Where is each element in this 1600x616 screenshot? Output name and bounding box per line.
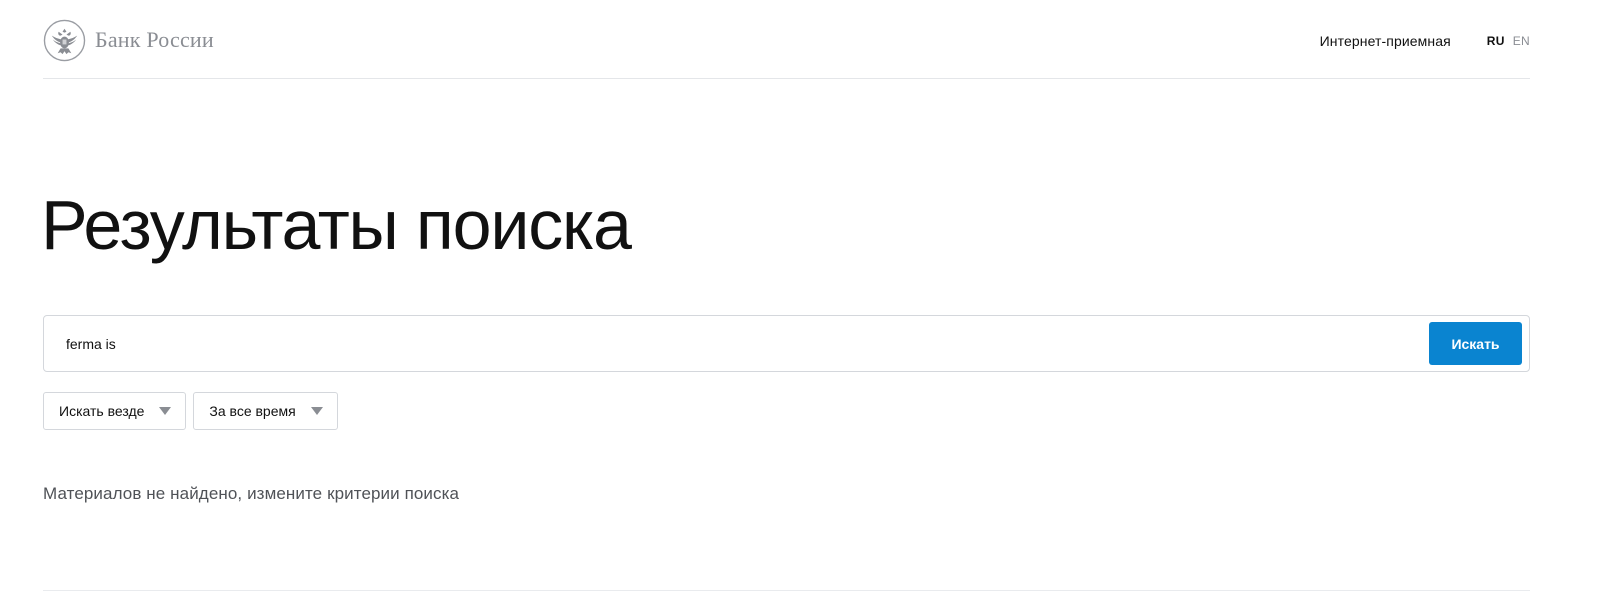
scope-filter-label: Искать везде [59,403,145,419]
period-filter-dropdown[interactable]: За все время [193,392,338,430]
content-divider [43,590,1530,591]
site-header: Банк России Интернет-приемная RU EN [43,0,1530,79]
logo-text: Банк России [95,27,214,52]
search-input[interactable] [44,316,1424,371]
search-form: Искать [43,315,1530,372]
language-ru-link[interactable]: RU [1487,34,1505,48]
search-filters: Искать везде За все время [43,392,345,430]
caret-down-icon [159,407,172,415]
scope-filter-dropdown[interactable]: Искать везде [43,392,187,430]
internet-reception-link[interactable]: Интернет-приемная [1320,33,1451,49]
header-nav: Интернет-приемная RU EN [1320,31,1530,51]
bank-emblem-icon [43,19,86,61]
logo-link[interactable]: Банк России [43,18,214,62]
caret-down-icon [310,407,323,415]
language-en-link[interactable]: EN [1513,34,1530,48]
period-filter-label: За все время [209,403,296,419]
search-button[interactable]: Искать [1429,322,1522,365]
page-title: Результаты поиска [41,186,632,264]
no-results-message: Материалов не найдено, измените критерии… [43,484,460,503]
